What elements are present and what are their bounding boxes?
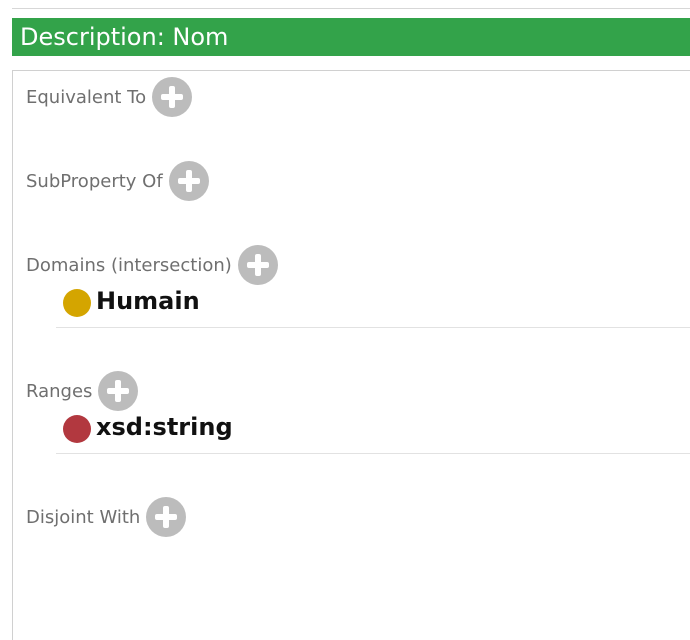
top-divider (12, 8, 690, 9)
section-disjoint-with: Disjoint With (26, 497, 187, 537)
datatype-icon (63, 415, 91, 443)
add-range-icon[interactable] (98, 371, 139, 411)
description-header: Description: Nom (12, 18, 690, 56)
range-entry-label[interactable]: xsd:string (96, 413, 233, 441)
section-label-ranges: Ranges (26, 380, 93, 402)
section-equivalent-to: Equivalent To (26, 77, 193, 117)
section-subproperty-of: SubProperty Of (26, 161, 209, 201)
add-equivalent-to-icon[interactable] (152, 77, 193, 117)
section-domains: Domains (intersection) (26, 245, 278, 285)
domain-entry-label[interactable]: Humain (96, 287, 200, 315)
add-domain-icon[interactable] (237, 245, 278, 285)
section-label-subproperty-of: SubProperty Of (26, 170, 163, 192)
description-title: Description: Nom (20, 23, 229, 51)
domain-entry-humain[interactable]: Humain (56, 282, 690, 328)
class-icon (63, 289, 91, 317)
add-disjoint-with-icon[interactable] (146, 497, 187, 537)
add-subproperty-of-icon[interactable] (168, 161, 209, 201)
range-entry-xsd-string[interactable]: xsd:string (56, 408, 690, 454)
section-label-equivalent-to: Equivalent To (26, 86, 147, 108)
section-label-disjoint-with: Disjoint With (26, 506, 141, 528)
description-panel (12, 70, 690, 640)
section-ranges: Ranges (26, 371, 139, 411)
section-label-domains: Domains (intersection) (26, 254, 232, 276)
